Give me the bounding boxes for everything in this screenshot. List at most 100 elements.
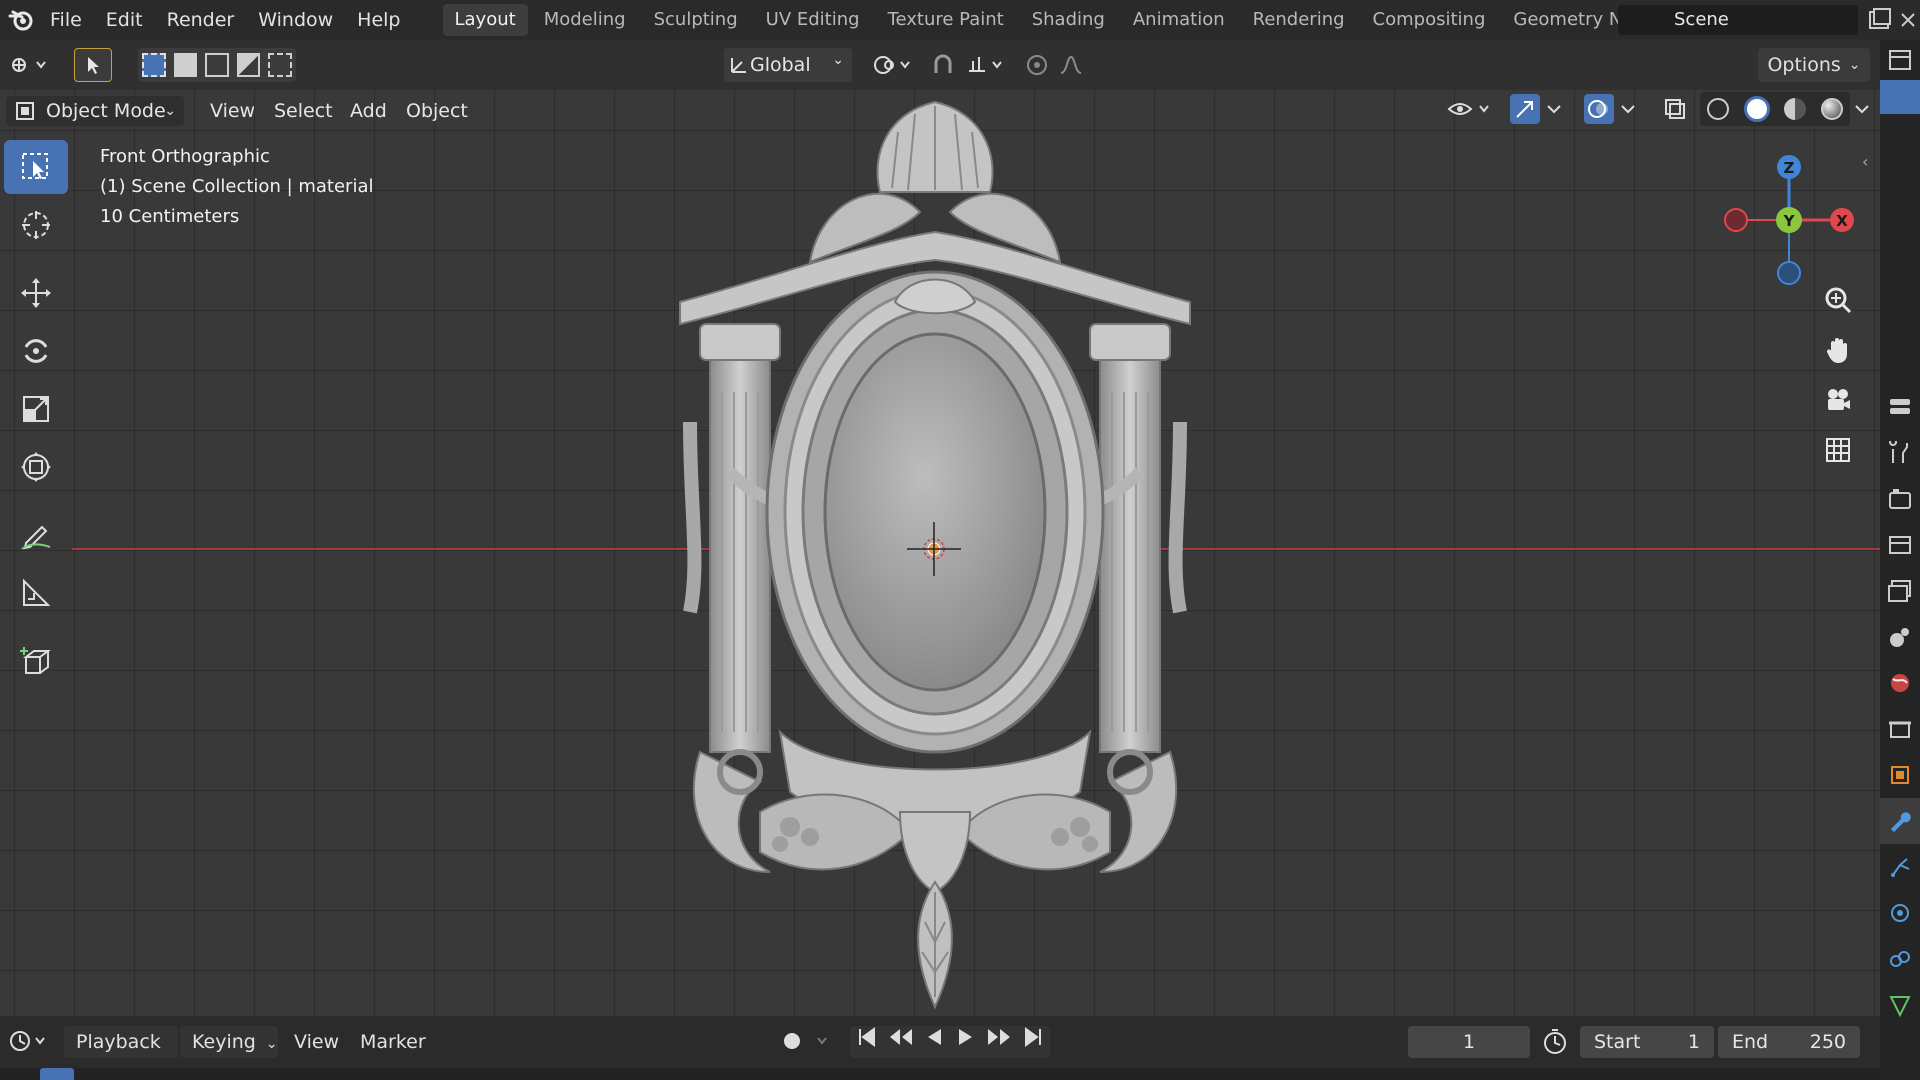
scale-tool-icon[interactable] xyxy=(4,382,68,436)
annotate-tool-icon[interactable] xyxy=(4,508,68,562)
transform-orientation-dropdown[interactable]: Global ⌄ xyxy=(724,48,852,82)
snap-target-icon[interactable] xyxy=(962,48,1012,82)
viewport-menu-add[interactable]: Add xyxy=(340,96,397,126)
timeline-ruler[interactable] xyxy=(0,1068,1880,1080)
remove-scene-icon[interactable] xyxy=(1898,6,1920,34)
pivot-point-icon[interactable] xyxy=(866,48,922,82)
chevron-down-icon[interactable] xyxy=(1852,94,1872,124)
select-new-icon[interactable] xyxy=(142,53,166,77)
viewport-menu-view[interactable]: View xyxy=(200,96,265,126)
toggle-perspective-icon[interactable] xyxy=(1818,430,1858,470)
select-box-tool-icon[interactable] xyxy=(4,140,68,194)
auto-keying-icon[interactable] xyxy=(778,1026,842,1058)
tab-layout[interactable]: Layout xyxy=(442,4,528,36)
jump-to-keyframe-prev-icon[interactable] xyxy=(888,1026,914,1058)
menu-render[interactable]: Render xyxy=(155,0,247,40)
solid-shading-icon[interactable] xyxy=(1743,96,1770,122)
mirror-frame-model[interactable] xyxy=(670,92,1200,1012)
move-tool-icon[interactable] xyxy=(4,266,68,320)
proportional-editing-icon[interactable] xyxy=(1020,48,1054,82)
select-invert-icon[interactable] xyxy=(236,53,261,77)
object-tab-icon[interactable] xyxy=(1880,752,1920,798)
timeline-menu-marker[interactable]: Marker xyxy=(360,1026,426,1058)
chevron-down-icon[interactable] xyxy=(1618,94,1638,124)
selection-mode-group xyxy=(138,48,296,82)
material-shading-icon[interactable] xyxy=(1784,98,1807,120)
tab-modeling[interactable]: Modeling xyxy=(532,4,638,36)
menu-file[interactable]: File xyxy=(38,0,94,40)
snap-icon[interactable] xyxy=(926,48,960,82)
jump-to-start-icon[interactable] xyxy=(856,1026,878,1058)
end-frame-field[interactable]: End 250 xyxy=(1718,1026,1860,1058)
current-frame-field[interactable]: 1 xyxy=(1408,1026,1530,1058)
viewport-menu-object[interactable]: Object xyxy=(396,96,478,126)
navigation-gizmo[interactable]: Z X Y xyxy=(1714,140,1864,290)
falloff-icon[interactable] xyxy=(1056,48,1106,82)
tool-tab-icon[interactable] xyxy=(1880,430,1920,476)
select-extend-icon[interactable] xyxy=(173,53,198,77)
new-scene-icon[interactable] xyxy=(1866,6,1894,34)
wireframe-shading-icon[interactable] xyxy=(1707,98,1730,120)
select-subtract-icon[interactable] xyxy=(205,53,229,77)
modifier-tab-icon[interactable] xyxy=(1880,798,1920,844)
chevron-down-icon[interactable] xyxy=(1544,94,1564,124)
output-tab-icon[interactable] xyxy=(1880,522,1920,568)
tab-sculpting[interactable]: Sculpting xyxy=(642,4,750,36)
play-reverse-icon[interactable] xyxy=(923,1026,945,1058)
outliner-selected-icon[interactable] xyxy=(1880,80,1920,114)
select-intersect-icon[interactable] xyxy=(268,53,292,77)
properties-editor-icon[interactable] xyxy=(1880,384,1920,430)
timeline-menu-view[interactable]: View xyxy=(294,1026,339,1058)
add-cube-tool-icon[interactable] xyxy=(4,634,68,688)
gizmo-toggle-icon[interactable] xyxy=(1510,94,1540,124)
tab-compositing[interactable]: Compositing xyxy=(1361,4,1498,36)
data-tab-icon[interactable] xyxy=(1880,982,1920,1028)
constraints-tab-icon[interactable] xyxy=(1880,936,1920,982)
xray-toggle-icon[interactable] xyxy=(1660,94,1690,124)
cursor-tool-icon[interactable] xyxy=(4,198,68,252)
visibility-icon[interactable] xyxy=(1446,94,1498,124)
options-dropdown[interactable]: Options ⌄ xyxy=(1758,48,1870,82)
jump-to-keyframe-next-icon[interactable] xyxy=(986,1026,1012,1058)
sidebar-toggle-icon[interactable]: ‹ xyxy=(1862,152,1878,176)
current-frame-marker[interactable] xyxy=(40,1068,74,1080)
viewport-menu-select[interactable]: Select xyxy=(264,96,343,126)
object-mode-dropdown[interactable]: Object Mode ⌄ xyxy=(6,96,184,126)
editor-type-icon[interactable] xyxy=(6,48,54,82)
physics-tab-icon[interactable] xyxy=(1880,890,1920,936)
particles-tab-icon[interactable] xyxy=(1880,844,1920,890)
view-layer-tab-icon[interactable] xyxy=(1880,568,1920,614)
overlays-toggle-icon[interactable] xyxy=(1584,94,1614,124)
render-tab-icon[interactable] xyxy=(1880,476,1920,522)
scene-name-field[interactable]: Scene xyxy=(1618,5,1858,35)
pan-hand-icon[interactable] xyxy=(1818,330,1858,370)
zoom-icon[interactable] xyxy=(1818,280,1858,320)
timeline-editor-type-icon[interactable] xyxy=(6,1026,56,1058)
transform-tool-icon[interactable] xyxy=(4,440,68,494)
tab-uv-editing[interactable]: UV Editing xyxy=(754,4,872,36)
camera-view-icon[interactable] xyxy=(1818,380,1858,420)
playback-menu[interactable]: Playback ⌄ xyxy=(64,1026,178,1080)
jump-to-end-icon[interactable] xyxy=(1022,1026,1044,1058)
stopwatch-icon[interactable] xyxy=(1540,1026,1574,1058)
tab-texture-paint[interactable]: Texture Paint xyxy=(876,4,1016,36)
start-frame-field[interactable]: Start 1 xyxy=(1580,1026,1714,1058)
rotate-tool-icon[interactable] xyxy=(4,324,68,378)
tab-shading[interactable]: Shading xyxy=(1020,4,1117,36)
play-icon[interactable] xyxy=(955,1026,977,1058)
scene-tab-icon[interactable] xyxy=(1880,614,1920,660)
select-tool-icon[interactable] xyxy=(74,48,112,82)
rendered-shading-icon[interactable] xyxy=(1820,98,1843,120)
menu-window[interactable]: Window xyxy=(246,0,345,40)
measure-tool-icon[interactable] xyxy=(4,566,68,620)
outliner-icon[interactable] xyxy=(1880,40,1920,80)
blender-logo-icon[interactable] xyxy=(4,0,38,40)
tab-animation[interactable]: Animation xyxy=(1121,4,1237,36)
menu-edit[interactable]: Edit xyxy=(94,0,155,40)
keying-menu[interactable]: Keying ⌄ xyxy=(180,1026,278,1058)
menu-help[interactable]: Help xyxy=(345,0,412,40)
world-tab-icon[interactable] xyxy=(1880,660,1920,706)
tab-rendering[interactable]: Rendering xyxy=(1241,4,1357,36)
3d-viewport[interactable]: Object Mode ⌄ View Select Add Object Fro… xyxy=(0,90,1880,1016)
collection-tab-icon[interactable] xyxy=(1880,706,1920,752)
